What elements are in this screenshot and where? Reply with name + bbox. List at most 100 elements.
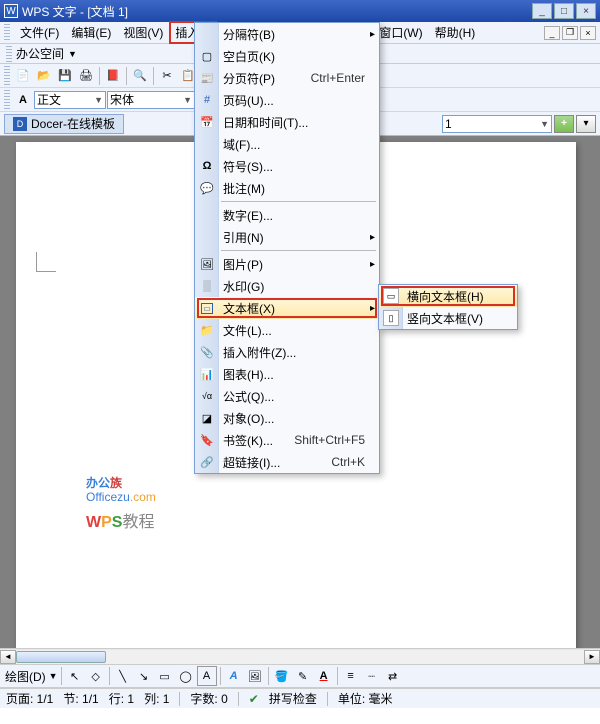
new-button[interactable]: 📄: [13, 66, 33, 86]
save-button[interactable]: 💾: [55, 66, 75, 86]
shortcut-label: Shift+Ctrl+F5: [294, 433, 365, 447]
horizontal-scrollbar[interactable]: ◄ ►: [0, 648, 600, 664]
menu-number[interactable]: 数字(E)...: [195, 204, 379, 226]
status-spell-check[interactable]: 拼写检查: [269, 690, 317, 707]
menu-view[interactable]: 视图(V): [117, 21, 169, 44]
menu-chart[interactable]: 图表(H)...: [195, 363, 379, 385]
menu-help[interactable]: 帮助(H): [429, 21, 482, 44]
page-number-icon: [199, 92, 215, 108]
style-select[interactable]: 正文▼: [34, 91, 106, 109]
font-select[interactable]: 宋体▼: [107, 91, 195, 109]
menu-equation[interactable]: 公式(Q)...: [195, 385, 379, 407]
status-section: 节: 1/1: [63, 690, 98, 707]
menu-date-time[interactable]: 日期和时间(T)...: [195, 111, 379, 133]
print-button[interactable]: 🖨: [76, 66, 96, 86]
dropdown-arrow-icon[interactable]: ▼: [68, 49, 77, 59]
menu-edit[interactable]: 编辑(E): [65, 21, 117, 44]
menu-file[interactable]: 文件(F): [14, 21, 65, 44]
picture-icon: [199, 256, 215, 272]
textbox-button[interactable]: A: [197, 666, 217, 686]
oval-button[interactable]: ◯: [176, 666, 196, 686]
shortcut-label: Ctrl+K: [331, 455, 365, 469]
rectangle-button[interactable]: ▭: [155, 666, 175, 686]
drag-handle-icon[interactable]: [6, 46, 12, 62]
workspace-label[interactable]: 办公空间: [16, 45, 64, 62]
menu-file[interactable]: 文件(L)...: [195, 319, 379, 341]
chart-icon: [199, 366, 215, 382]
close-button[interactable]: ×: [576, 3, 596, 19]
menu-page-break[interactable]: 分页符(P)Ctrl+Enter: [195, 67, 379, 89]
wordart-button[interactable]: A: [224, 666, 244, 686]
object-icon: [199, 410, 215, 426]
status-char-count: 字数: 0: [190, 690, 227, 707]
menu-picture[interactable]: 图片(P)▸: [195, 253, 379, 275]
submenu-horizontal-textbox[interactable]: ▭ 横向文本框(H): [379, 285, 517, 307]
submenu-vertical-textbox[interactable]: ▯ 竖向文本框(V): [379, 307, 517, 329]
tab-menu-button[interactable]: ▾: [576, 115, 596, 133]
status-col: 列: 1: [144, 690, 169, 707]
select-objects-button[interactable]: ↖: [65, 666, 85, 686]
drag-handle-icon[interactable]: [4, 24, 10, 42]
scroll-left-button[interactable]: ◄: [0, 650, 16, 664]
styles-button[interactable]: A: [13, 90, 33, 110]
separator: [109, 667, 110, 685]
submenu-arrow-icon: ▸: [370, 29, 375, 40]
separator: [268, 667, 269, 685]
separator: [61, 667, 62, 685]
submenu-arrow-icon: ▸: [370, 259, 375, 270]
arrow-button[interactable]: ↘: [134, 666, 154, 686]
minimize-button[interactable]: _: [532, 3, 552, 19]
horizontal-textbox-icon: ▭: [383, 288, 399, 304]
bookmark-icon: [199, 432, 215, 448]
fill-color-button[interactable]: 🪣: [272, 666, 292, 686]
menu-window[interactable]: 窗口(W): [373, 21, 428, 44]
line-style-button[interactable]: ≡: [341, 666, 361, 686]
scroll-track[interactable]: [16, 650, 584, 664]
menu-symbol[interactable]: 符号(S)...: [195, 155, 379, 177]
dash-style-button[interactable]: ┈: [362, 666, 382, 686]
page-break-icon: [199, 70, 215, 86]
submenu-arrow-icon: ▸: [370, 232, 375, 243]
status-spell-check-icon[interactable]: ✔: [249, 692, 259, 706]
insert-image-button[interactable]: 🖼: [245, 666, 265, 686]
open-button[interactable]: 📂: [34, 66, 54, 86]
page-margin-indicator: [36, 252, 56, 272]
menu-hyperlink[interactable]: 超链接(I)...Ctrl+K: [195, 451, 379, 473]
doc-close-button[interactable]: ×: [580, 26, 596, 40]
menu-break[interactable]: 分隔符(B)▸: [195, 23, 379, 45]
scroll-thumb[interactable]: [16, 651, 106, 663]
maximize-button[interactable]: □: [554, 3, 574, 19]
autoshapes-button[interactable]: ◇: [86, 666, 106, 686]
menu-field[interactable]: 域(F)...: [195, 133, 379, 155]
export-pdf-button[interactable]: 📕: [103, 66, 123, 86]
menu-watermark[interactable]: 水印(G): [195, 275, 379, 297]
doc-restore-button[interactable]: ❐: [562, 26, 578, 40]
menu-reference[interactable]: 引用(N)▸: [195, 226, 379, 248]
font-color-button[interactable]: A: [314, 666, 334, 686]
drag-handle-icon[interactable]: [4, 66, 10, 86]
scroll-right-button[interactable]: ►: [584, 650, 600, 664]
arrow-style-button[interactable]: ⇄: [383, 666, 403, 686]
doc-minimize-button[interactable]: _: [544, 26, 560, 40]
separator: [126, 67, 127, 85]
app-icon: W: [4, 4, 18, 18]
menu-attachment[interactable]: 插入附件(Z)...: [195, 341, 379, 363]
menu-page-number[interactable]: 页码(U)...: [195, 89, 379, 111]
add-tab-button[interactable]: +: [554, 115, 574, 133]
drag-handle-icon[interactable]: [4, 90, 10, 110]
tab-name-field[interactable]: 1▼: [442, 115, 552, 133]
menu-comment[interactable]: 批注(M): [195, 177, 379, 199]
menu-blank-page[interactable]: 空白页(K): [195, 45, 379, 67]
status-unit[interactable]: 单位: 毫米: [338, 690, 393, 707]
tab-docer-templates[interactable]: D Docer-在线模板: [4, 114, 124, 134]
print-preview-button[interactable]: 🔍: [130, 66, 150, 86]
status-bar: 页面: 1/1 节: 1/1 行: 1 列: 1 字数: 0 ✔ 拼写检查 单位…: [0, 688, 600, 708]
cut-button[interactable]: ✂: [157, 66, 177, 86]
menu-textbox[interactable]: 文本框(X)▸: [195, 297, 379, 319]
line-button[interactable]: ╲: [113, 666, 133, 686]
menu-object[interactable]: 对象(O)...: [195, 407, 379, 429]
menu-bookmark[interactable]: 书签(K)...Shift+Ctrl+F5: [195, 429, 379, 451]
date-icon: [199, 114, 215, 130]
line-color-button[interactable]: ✎: [293, 666, 313, 686]
draw-menu[interactable]: 绘图(D): [5, 668, 46, 685]
